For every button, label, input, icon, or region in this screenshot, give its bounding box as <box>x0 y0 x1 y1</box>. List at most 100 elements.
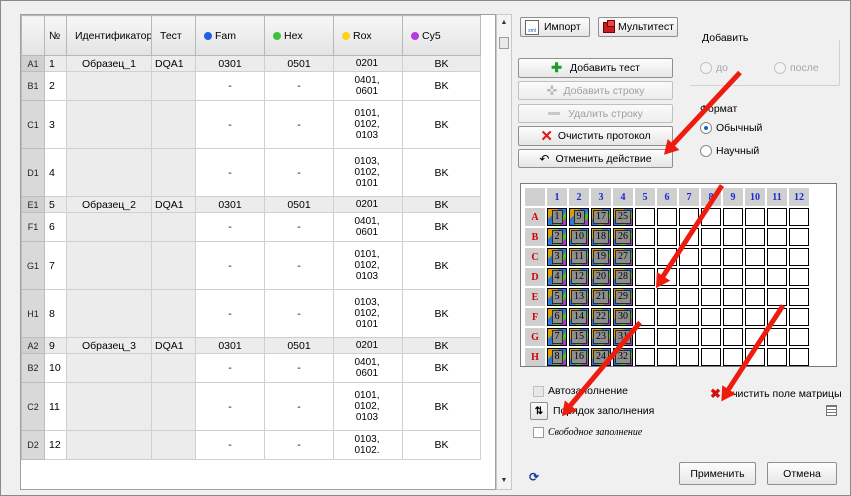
matrix-cell-empty[interactable] <box>767 328 787 346</box>
matrix-cell-empty[interactable] <box>723 248 743 266</box>
matrix-cell-filled[interactable]: 21 <box>591 288 611 306</box>
id-cell[interactable] <box>66 353 152 383</box>
fam-cell[interactable]: 0301 <box>195 196 265 213</box>
fam-cell[interactable]: - <box>195 353 265 383</box>
rox-cell[interactable]: 0103, 0102, 0101 <box>333 148 403 197</box>
matrix-cell-empty[interactable] <box>745 208 765 226</box>
matrix-cell-filled[interactable]: 12 <box>569 268 589 286</box>
matrix-cell-empty[interactable] <box>679 268 699 286</box>
matrix-cell-filled[interactable]: 4 <box>547 268 567 286</box>
plate-matrix[interactable]: 123456789101112A191725B2101826C3111927D4… <box>520 183 837 367</box>
cy5-cell[interactable]: BK <box>402 430 481 460</box>
matrix-cell-filled[interactable]: 10 <box>569 228 589 246</box>
fam-cell[interactable]: - <box>195 430 265 460</box>
well-cell[interactable]: G1 <box>21 241 45 290</box>
matrix-cell-filled[interactable]: 27 <box>613 248 633 266</box>
matrix-cell-filled[interactable]: 23 <box>591 328 611 346</box>
cy5-cell[interactable]: BK <box>402 382 481 431</box>
table-row[interactable]: F1 6- -0401, 0601 BK <box>21 212 481 242</box>
matrix-cell-empty[interactable] <box>723 208 743 226</box>
col-header-test[interactable]: Тест <box>151 15 196 56</box>
matrix-cell-empty[interactable] <box>679 348 699 366</box>
rox-cell[interactable]: 0103, 0102. <box>333 430 403 460</box>
rox-cell[interactable]: 0201 <box>333 55 403 72</box>
matrix-cell-empty[interactable] <box>657 348 677 366</box>
test-cell[interactable] <box>151 382 196 431</box>
matrix-cell-empty[interactable] <box>745 288 765 306</box>
id-cell[interactable] <box>66 382 152 431</box>
apply-button[interactable]: Применить <box>679 462 756 485</box>
num-cell[interactable]: 6 <box>44 212 67 242</box>
matrix-cell-filled[interactable]: 18 <box>591 228 611 246</box>
id-cell[interactable]: Образец_3 <box>66 337 152 354</box>
matrix-col-header[interactable]: 1 <box>547 188 567 206</box>
matrix-cell-filled[interactable]: 15 <box>569 328 589 346</box>
matrix-cell-empty[interactable] <box>701 348 721 366</box>
matrix-cell-empty[interactable] <box>789 288 809 306</box>
well-cell[interactable]: B1 <box>21 71 45 101</box>
matrix-cell-empty[interactable] <box>701 268 721 286</box>
matrix-row-header[interactable]: D <box>525 268 545 286</box>
matrix-cell-filled[interactable]: 25 <box>613 208 633 226</box>
matrix-row-header[interactable]: B <box>525 228 545 246</box>
test-cell[interactable] <box>151 241 196 290</box>
rox-cell[interactable]: 0401, 0601 <box>333 353 403 383</box>
matrix-cell-filled[interactable]: 29 <box>613 288 633 306</box>
matrix-cell-empty[interactable] <box>635 288 655 306</box>
matrix-cell-filled[interactable]: 3 <box>547 248 567 266</box>
add-test-button[interactable]: ✚ Добавить тест <box>518 58 673 78</box>
well-cell[interactable]: E1 <box>21 196 45 213</box>
test-cell[interactable] <box>151 289 196 338</box>
test-cell[interactable] <box>151 100 196 149</box>
cy5-cell[interactable]: BK <box>402 196 481 213</box>
well-cell[interactable]: A1 <box>21 55 45 72</box>
matrix-col-header[interactable]: 3 <box>591 188 611 206</box>
format-scientific-radio[interactable]: Научный <box>700 145 759 157</box>
matrix-cell-empty[interactable] <box>657 328 677 346</box>
matrix-row-header[interactable]: G <box>525 328 545 346</box>
rox-cell[interactable]: 0201 <box>333 337 403 354</box>
matrix-cell-filled[interactable]: 16 <box>569 348 589 366</box>
num-cell[interactable]: 10 <box>44 353 67 383</box>
well-cell[interactable]: H1 <box>21 289 45 338</box>
matrix-col-header[interactable]: 7 <box>679 188 699 206</box>
table-row[interactable]: B1 2- -0401, 0601 BK <box>21 71 481 101</box>
id-cell[interactable] <box>66 212 152 242</box>
fam-cell[interactable]: - <box>195 212 265 242</box>
cy5-cell[interactable]: BK <box>402 55 481 72</box>
rox-cell[interactable]: 0401, 0601 <box>333 212 403 242</box>
cy5-cell[interactable]: BK <box>402 353 481 383</box>
table-row[interactable]: D2 12- -0103, 0102. BK <box>21 430 481 460</box>
matrix-cell-empty[interactable] <box>767 268 787 286</box>
format-normal-radio[interactable]: Обычный <box>700 122 762 134</box>
cancel-button[interactable]: Отмена <box>767 462 837 485</box>
matrix-cell-empty[interactable] <box>679 288 699 306</box>
num-cell[interactable]: 3 <box>44 100 67 149</box>
table-view-icon[interactable] <box>826 405 837 416</box>
rox-cell[interactable]: 0101, 0102, 0103 <box>333 100 403 149</box>
well-cell[interactable]: A2 <box>21 337 45 354</box>
matrix-cell-filled[interactable]: 13 <box>569 288 589 306</box>
matrix-cell-empty[interactable] <box>723 348 743 366</box>
add-row-button[interactable]: ✜ Добавить строку <box>518 81 673 100</box>
matrix-row-header[interactable]: E <box>525 288 545 306</box>
matrix-col-header[interactable]: 11 <box>767 188 787 206</box>
delete-row-button[interactable]: Удалить строку <box>518 104 673 123</box>
table-row[interactable]: B2 10- -0401, 0601 BK <box>21 353 481 383</box>
matrix-cell-empty[interactable] <box>679 308 699 326</box>
matrix-col-header[interactable]: 9 <box>723 188 743 206</box>
rox-cell[interactable]: 0103, 0102, 0101 <box>333 289 403 338</box>
matrix-cell-empty[interactable] <box>767 248 787 266</box>
matrix-cell-filled[interactable]: 5 <box>547 288 567 306</box>
num-cell[interactable]: 9 <box>44 337 67 354</box>
multitest-button[interactable]: Мультитест <box>598 17 678 37</box>
matrix-cell-filled[interactable]: 17 <box>591 208 611 226</box>
hex-cell[interactable]: - <box>264 382 334 431</box>
hex-cell[interactable]: - <box>264 353 334 383</box>
id-cell[interactable]: Образец_2 <box>66 196 152 213</box>
col-header-cy5[interactable]: Cy5 <box>402 15 481 56</box>
table-row[interactable]: H1 8- -0103, 0102, 0101 BK <box>21 289 481 338</box>
add-before-radio[interactable]: до <box>700 62 728 74</box>
matrix-cell-empty[interactable] <box>701 288 721 306</box>
matrix-cell-empty[interactable] <box>635 248 655 266</box>
